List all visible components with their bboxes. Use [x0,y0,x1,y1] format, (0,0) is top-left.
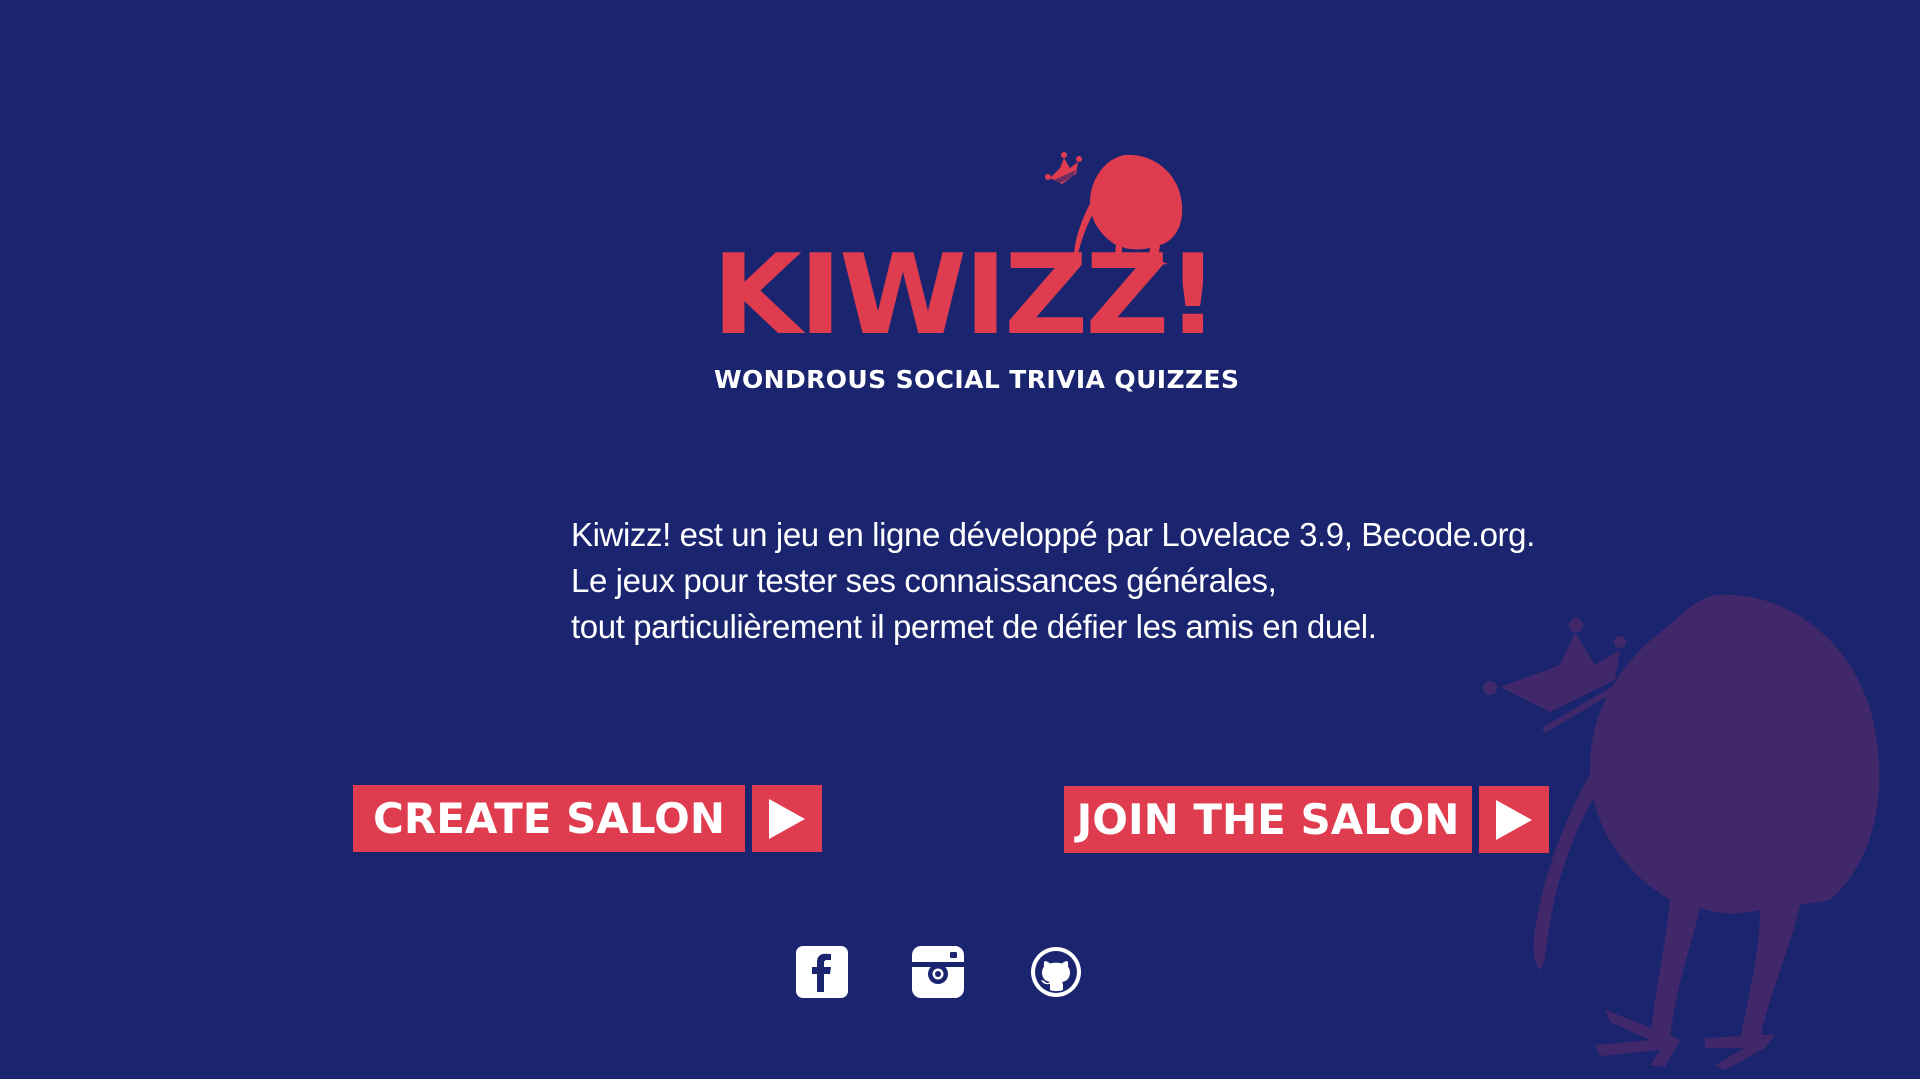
create-salon-button[interactable]: CREATE SALON [353,785,822,852]
create-salon-label[interactable]: CREATE SALON [353,785,745,852]
github-icon[interactable] [1030,946,1082,998]
logo-tagline: WONDROUS SOCIAL TRIVIA QUIZZES [714,365,1240,394]
description: Kiwizz! est un jeu en ligne développé pa… [571,512,1535,650]
join-salon-button[interactable]: JOIN THE SALON [1064,786,1549,853]
home-screen: KiWiZZ! WONDROUS SOCIAL TRIVIA QUIZZES K… [0,0,1920,1079]
description-line: Kiwizz! est un jeu en ligne développé pa… [571,516,1535,553]
play-arrow-icon[interactable] [752,785,822,852]
facebook-icon[interactable] [796,946,848,998]
join-salon-label[interactable]: JOIN THE SALON [1064,786,1472,853]
logo-wordmark: KiWiZZ! [712,231,1219,360]
description-line: Le jeux pour tester ses connaissances gé… [571,562,1277,599]
instagram-icon[interactable] [912,946,964,998]
description-line: tout particulièrement il permet de défie… [571,608,1377,645]
play-arrow-icon[interactable] [1479,786,1549,853]
